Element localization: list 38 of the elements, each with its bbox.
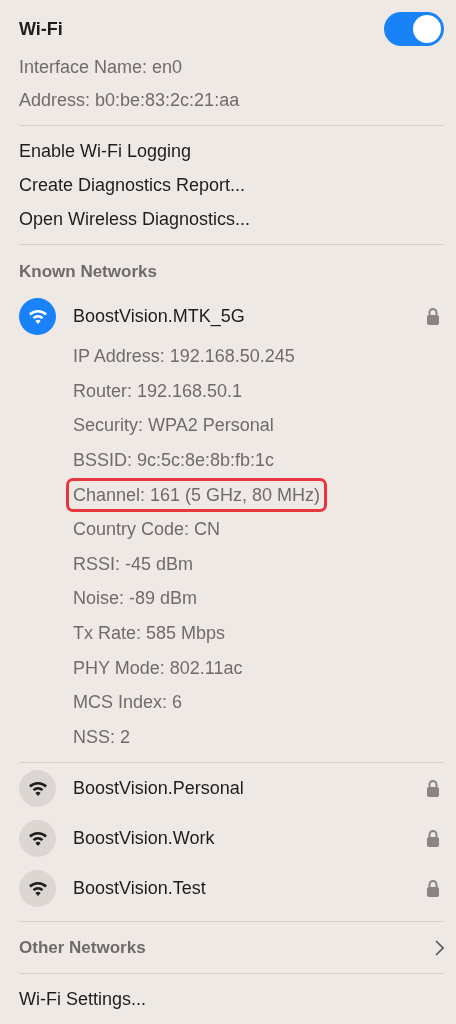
info-text: Address: b0:be:83:2c:21:aa — [19, 90, 240, 109]
detail-text: Country Code: CN — [72, 520, 222, 539]
info-text: Interface Name: en0 — [19, 57, 183, 76]
lock-icon — [426, 307, 440, 325]
menu-item[interactable]: Enable Wi-Fi Logging — [19, 142, 192, 160]
network-icon[interactable] — [19, 819, 56, 857]
wifi-icon — [27, 880, 48, 897]
detail-text: Router: 192.168.50.1 — [72, 381, 244, 400]
detail-text: IP Address: 192.168.50.245 — [72, 347, 296, 366]
network-icon[interactable] — [19, 769, 56, 807]
menu-item[interactable]: Wi-Fi Settings... — [19, 990, 147, 1009]
detail-text: BSSID: 9c:5c:8e:8b:fb:1c — [72, 451, 276, 470]
network-name[interactable]: BoostVision.Personal — [73, 779, 426, 798]
other-networks-label[interactable]: Other Networks — [19, 939, 146, 957]
highlighted-detail-text: Channel: 161 (5 GHz, 80 MHz) — [66, 477, 328, 512]
detail-text: NSS: 2 — [72, 727, 132, 746]
network-name[interactable]: BoostVision.Test — [73, 879, 426, 898]
network-name[interactable]: BoostVision.Work — [73, 829, 426, 848]
lock-icon — [426, 879, 440, 898]
menu-title: Wi-Fi — [19, 20, 63, 38]
menu-item[interactable]: Create Diagnostics Report... — [19, 176, 246, 194]
detail-text: Tx Rate: 585 Mbps — [72, 624, 227, 643]
network-icon[interactable] — [19, 869, 56, 907]
wifi-icon — [27, 308, 48, 324]
chevron-right-icon[interactable] — [434, 939, 444, 956]
detail-text: MCS Index: 6 — [72, 693, 184, 712]
detail-text: RSSI: -45 dBm — [72, 554, 195, 573]
menu-item[interactable]: Open Wireless Diagnostics... — [19, 210, 251, 228]
detail-text: Security: WPA2 Personal — [72, 416, 275, 435]
detail-text: Noise: -89 dBm — [72, 589, 199, 608]
lock-icon — [426, 779, 440, 798]
wifi-icon — [27, 830, 48, 847]
wifi-icon — [27, 780, 48, 797]
section-heading: Known Networks — [19, 262, 157, 280]
detail-text: PHY Mode: 802.11ac — [72, 658, 244, 677]
lock-icon — [426, 829, 440, 848]
wifi-toggle[interactable] — [384, 12, 444, 46]
network-name[interactable]: BoostVision.MTK_5G — [73, 307, 426, 325]
